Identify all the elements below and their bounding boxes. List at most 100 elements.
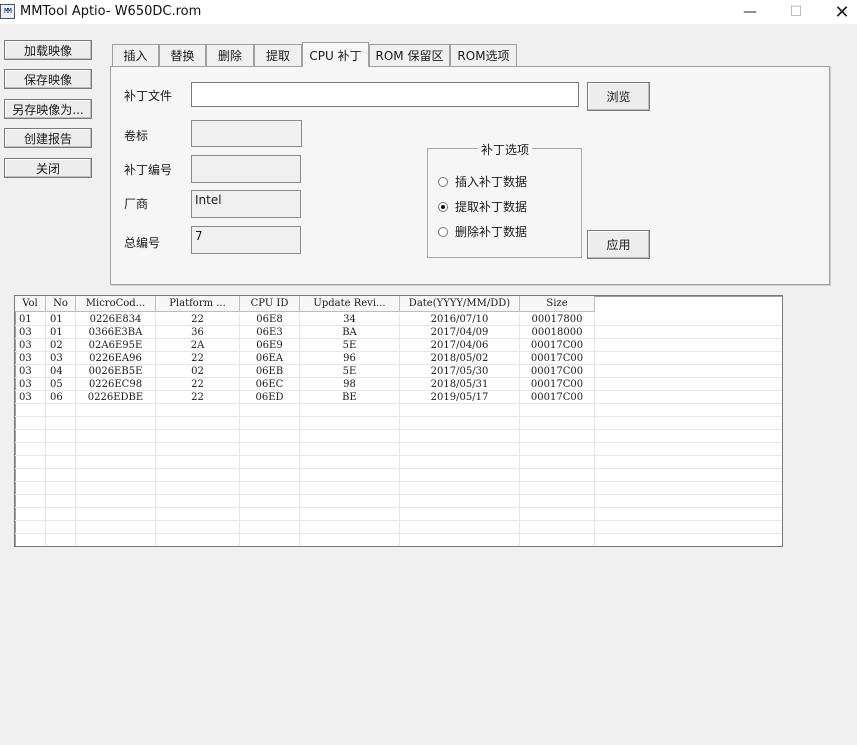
table-cell: 02 [156,365,240,378]
table-cell [46,495,76,508]
microcode-table[interactable]: Vol No MicroCod... Platform ... CPU ID Update… [14,295,783,547]
table-row[interactable]: 01 01 0226E834 22 06E8 34 2016/07/10 00017800 [15,313,782,326]
table-cell: 06ED [240,391,300,404]
table-cell [15,495,46,508]
create-report-button[interactable]: 创建报告 [4,128,92,148]
table-cell: 2017/05/30 [400,365,520,378]
tab-insert[interactable]: 插入 [112,44,159,66]
table-cell: 2016/07/10 [400,313,520,326]
maximize-button[interactable]: ☐ [773,0,819,24]
table-cell [240,534,300,546]
column-header[interactable]: Vol [15,296,46,312]
table-cell: 2017/04/06 [400,339,520,352]
table-cell [240,443,300,456]
table-cell [15,521,46,534]
table-cell: 05 [46,378,76,391]
patch-options-group: 补丁选项 插入补丁数据 提取补丁数据 删除补丁数据 [427,141,582,258]
app-icon: MM [0,4,15,19]
table-cell [46,534,76,546]
table-cell [300,430,400,443]
table-cell: 0026EB5E [76,365,156,378]
column-header[interactable]: No [46,296,76,312]
apply-button[interactable]: 应用 [587,230,650,259]
minimize-button[interactable]: — [727,0,773,24]
column-header[interactable]: Update Revi... [300,296,400,312]
table-cell [400,534,520,546]
table-cell: BE [300,391,400,404]
table-cell: 06E8 [240,313,300,326]
table-cell [156,521,240,534]
table-cell [15,430,46,443]
close-button[interactable]: 关闭 [4,158,92,178]
table-cell [520,534,595,546]
column-header[interactable]: Platform ... [156,296,240,312]
tab-rom-hole[interactable]: ROM 保留区 [369,44,450,66]
table-cell [15,417,46,430]
tab-delete[interactable]: 删除 [206,44,254,66]
column-header[interactable]: Date(YYYY/MM/DD) [400,296,520,312]
table-cell [76,430,156,443]
empty-table-row [15,482,782,495]
save-image-as-button[interactable]: 另存映像为... [4,99,92,119]
table-cell: 00017C00 [520,339,595,352]
table-cell [156,495,240,508]
load-image-button[interactable]: 加载映像 [4,40,92,60]
column-header[interactable]: MicroCod... [76,296,156,312]
tab-extract[interactable]: 提取 [254,44,302,66]
table-cell [240,521,300,534]
radio-extract-patch[interactable]: 提取补丁数据 [438,198,527,215]
empty-table-row [15,456,782,469]
vendor-field: Intel [191,190,301,218]
table-cell [400,521,520,534]
empty-table-row [15,404,782,417]
table-row[interactable]: 03 05 0226EC98 22 06EC 98 2018/05/31 00017C00 [15,378,782,391]
table-cell [46,404,76,417]
table-cell: 0366E3BA [76,326,156,339]
volume-field [191,120,302,147]
table-cell [300,443,400,456]
table-row[interactable]: 03 03 0226EA96 22 06EA 96 2018/05/02 00017C00 [15,352,782,365]
table-cell: 2018/05/31 [400,378,520,391]
table-header: Vol No MicroCod... Platform ... CPU ID Update… [15,296,782,312]
tab-replace[interactable]: 替换 [159,44,206,66]
radio-insert-patch[interactable]: 插入补丁数据 [438,173,527,190]
tab-cpu-patch[interactable]: CPU 补丁 [302,42,369,67]
table-cell: 06 [46,391,76,404]
table-cell: 00017C00 [520,378,595,391]
table-cell [520,456,595,469]
table-cell [76,456,156,469]
table-cell: 06EB [240,365,300,378]
table-cell [300,404,400,417]
table-cell: 00017800 [520,313,595,326]
browse-button[interactable]: 浏览 [587,82,650,111]
radio-circle-icon[interactable] [438,176,448,187]
table-cell [46,482,76,495]
table-cell: 0226EDBE [76,391,156,404]
tab-rom-options[interactable]: ROM选项 [450,44,517,66]
empty-table-row [15,417,782,430]
table-cell: 36 [156,326,240,339]
table-cell [400,456,520,469]
table-cell [156,469,240,482]
table-cell [76,534,156,546]
column-header[interactable]: Size [520,296,595,312]
radio-delete-patch[interactable]: 删除补丁数据 [438,223,527,240]
table-cell: 03 [46,352,76,365]
table-row[interactable]: 03 06 0226EDBE 22 06ED BE 2019/05/17 00017C00 [15,391,782,404]
patch-file-input[interactable] [191,82,579,107]
radio-selected-icon[interactable] [438,201,448,212]
table-cell [156,534,240,546]
save-image-button[interactable]: 保存映像 [4,69,92,89]
table-row[interactable]: 03 02 02A6E95E 2A 06E9 5E 2017/04/06 00017C00 [15,339,782,352]
column-header[interactable]: CPU ID [240,296,300,312]
table-cell [76,508,156,521]
table-row[interactable]: 03 04 0026EB5E 02 06EB 5E 2017/05/30 00017C00 [15,365,782,378]
table-cell [300,534,400,546]
table-cell: 0226E834 [76,313,156,326]
table-row[interactable]: 03 01 0366E3BA 36 06E3 BA 2017/04/09 00018000 [15,326,782,339]
close-window-button[interactable]: ✕ [819,0,857,24]
table-cell: 06EA [240,352,300,365]
table-cell [46,456,76,469]
radio-circle-icon[interactable] [438,226,448,237]
table-cell [240,430,300,443]
